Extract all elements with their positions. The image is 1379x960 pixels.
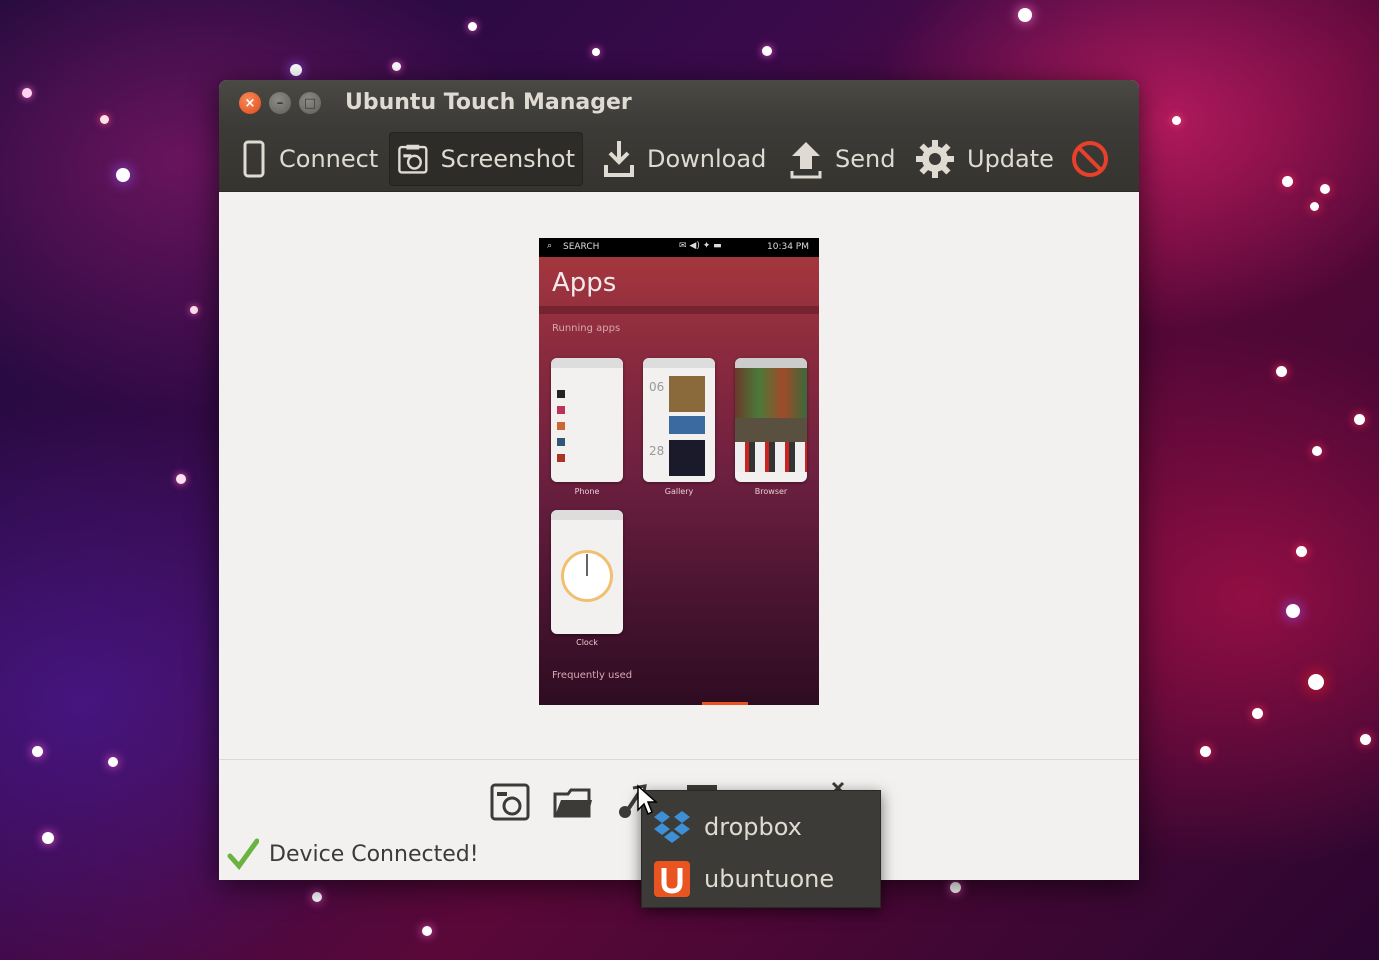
content-area: ⌕ SEARCH ✉ ◀) ✦ ▬ 10:34 PM Apps Running … <box>219 192 1139 760</box>
gallery-app-label: Gallery <box>664 487 694 496</box>
share-menu-item-ubuntuone[interactable]: ubuntuone <box>642 853 882 905</box>
phone-search-icon: ⌕ <box>547 241 553 251</box>
ubuntuone-label: ubuntuone <box>704 865 835 893</box>
camera-icon <box>398 144 428 174</box>
update-label: Update <box>967 145 1054 173</box>
phone-search-label: SEARCH <box>563 242 600 252</box>
window-maximize-button[interactable]: □ <box>299 92 321 114</box>
browser-app-label: Browser <box>754 487 788 496</box>
phone-app-card-clock <box>551 510 623 634</box>
checkmark-icon <box>227 838 259 870</box>
phone-screenshot-preview: ⌕ SEARCH ✉ ◀) ✦ ▬ 10:34 PM Apps Running … <box>539 238 819 705</box>
clock-app-label: Clock <box>576 638 598 647</box>
screenshot-button[interactable]: Screenshot <box>389 132 583 186</box>
dropbox-label: dropbox <box>704 813 802 841</box>
phone-status-bar: ⌕ SEARCH ✉ ◀) ✦ ▬ 10:34 PM <box>539 238 819 257</box>
phone-status-icons: ✉ ◀) ✦ ▬ <box>679 241 722 251</box>
window-close-button[interactable]: × <box>239 92 261 114</box>
take-screenshot-button[interactable] <box>489 780 531 822</box>
app-window: × – □ Ubuntu Touch Manager Connect Scree… <box>219 80 1139 880</box>
open-folder-button[interactable] <box>552 780 594 822</box>
download-button[interactable]: Download <box>595 132 774 186</box>
phone-app-card-phone <box>551 358 623 482</box>
download-icon <box>604 141 634 177</box>
ubuntuone-icon <box>654 861 690 897</box>
window-title: Ubuntu Touch Manager <box>345 90 632 115</box>
connect-button[interactable]: Connect <box>233 132 386 186</box>
phone-icon <box>243 140 265 178</box>
upload-icon <box>790 142 822 179</box>
share-menu-item-dropbox[interactable]: dropbox <box>642 801 882 853</box>
title-bar: × – □ Ubuntu Touch Manager <box>219 80 1139 126</box>
stop-icon <box>1072 141 1108 177</box>
window-minimize-button[interactable]: – <box>269 92 291 114</box>
phone-running-apps-label: Running apps <box>552 323 621 334</box>
phone-app-card-gallery: 06 28 <box>643 358 715 482</box>
phone-frequently-used-label: Frequently used <box>552 670 633 681</box>
gear-icon <box>916 140 954 178</box>
share-menu: dropbox ubuntuone <box>641 790 881 908</box>
stop-button[interactable] <box>1063 132 1129 186</box>
send-label: Send <box>835 145 896 173</box>
mouse-cursor-icon <box>637 784 658 816</box>
phone-apps-heading: Apps <box>552 268 617 298</box>
open-folder-icon <box>553 788 592 818</box>
status-bar: Device Connected! <box>227 838 479 870</box>
connect-label: Connect <box>279 145 379 173</box>
send-button[interactable]: Send <box>781 132 903 186</box>
main-toolbar: Connect Screenshot Download Send Update <box>219 126 1139 192</box>
download-label: Download <box>647 145 767 173</box>
status-text: Device Connected! <box>269 841 479 867</box>
phone-status-time: 10:34 PM <box>767 242 809 252</box>
update-button[interactable]: Update <box>907 132 1062 186</box>
screenshot-label: Screenshot <box>440 145 575 173</box>
phone-app-card-browser <box>735 358 807 482</box>
take-screenshot-icon <box>490 783 530 821</box>
phone-app-label: Phone <box>574 487 600 496</box>
